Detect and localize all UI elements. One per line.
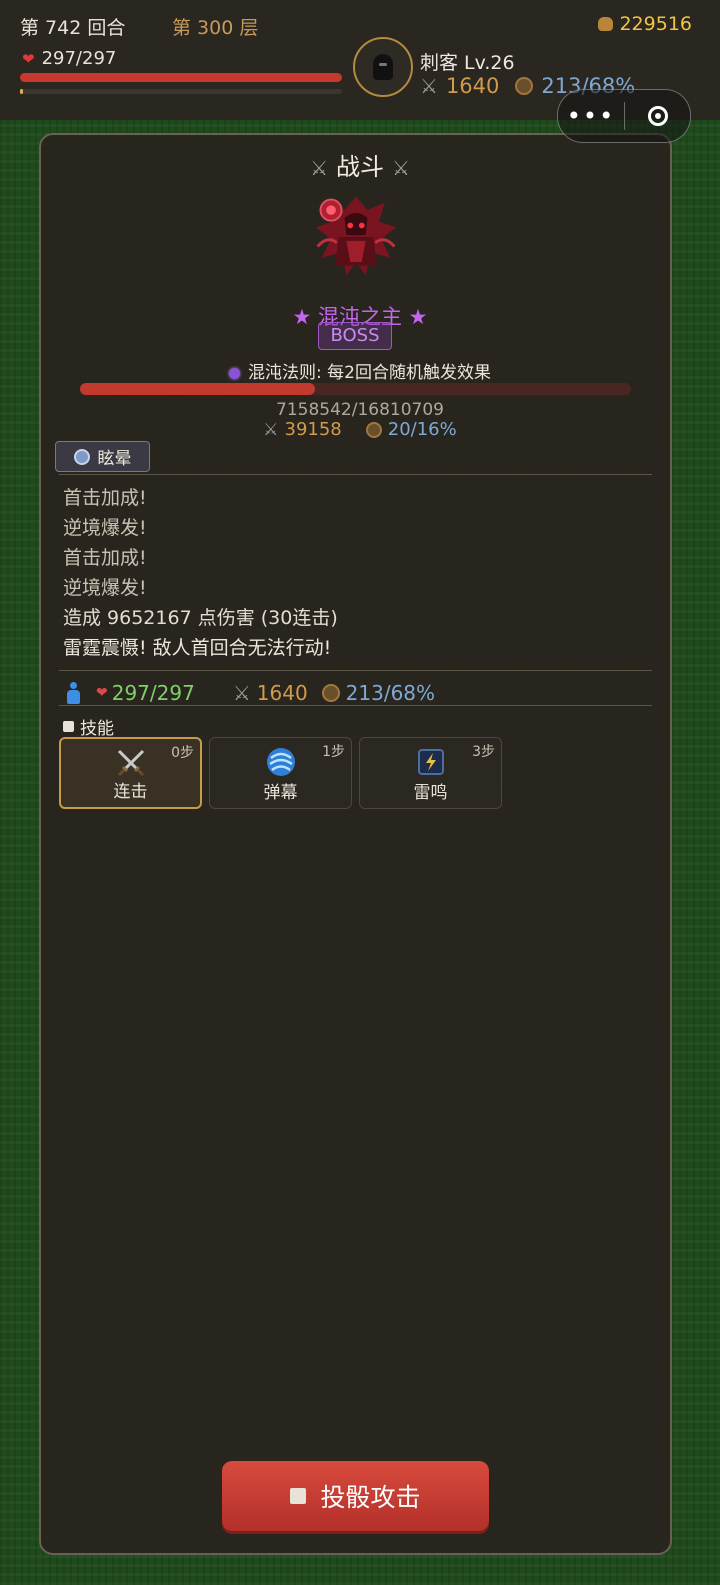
shield-icon: [321, 684, 340, 702]
log-line: 逆境爆发!: [63, 517, 147, 539]
stun-icon: [73, 448, 90, 465]
boss-stats: ⚔ 39158 20/16%: [0, 419, 720, 440]
player-battle-hp: 297/297: [111, 681, 195, 705]
floor-counter: 第 300 层: [172, 17, 259, 39]
log-line: 首击加成!: [63, 487, 147, 509]
target-circle-icon: [647, 106, 668, 126]
skill-thunder[interactable]: 3步 雷鸣: [359, 737, 502, 809]
skills-title: 技能: [80, 719, 114, 739]
hp-icon: ❤: [96, 685, 108, 701]
sword-icon: ⚔: [263, 419, 279, 440]
boss-hp-bar: [80, 383, 631, 395]
shield-icon: [515, 77, 534, 95]
skill-label: 弹幕: [263, 783, 298, 803]
battle-title-text: 战斗: [336, 153, 384, 181]
turn-counter: 第 742 回合: [20, 17, 126, 39]
roll-dice-attack-button[interactable]: 投骰攻击: [222, 1461, 489, 1531]
more-options-icon[interactable]: •••: [558, 102, 624, 130]
sword-icon: ⚔: [420, 74, 438, 98]
boss-defense: 20/16%: [387, 419, 457, 440]
player-avatar[interactable]: [353, 37, 413, 97]
shield-icon: [365, 421, 382, 438]
boss-portrait: [315, 196, 397, 276]
skills-header: 技能: [63, 714, 114, 739]
purple-orb-icon: [229, 367, 241, 379]
log-line: 首击加成!: [63, 547, 147, 569]
boss-attack: 39158: [284, 419, 342, 440]
experience-bar: [20, 89, 342, 94]
player-class-level: 刺客 Lv.26: [420, 52, 515, 74]
divider: [59, 670, 652, 671]
crossed-swords-icon: ⚔: [310, 156, 328, 180]
boss-tag: BOSS: [318, 322, 392, 350]
vortex-icon: [266, 748, 295, 776]
skill-label: 雷鸣: [413, 783, 448, 803]
divider: [59, 705, 652, 706]
battle-title: ⚔ 战斗 ⚔: [0, 147, 720, 182]
skill-steps: 1步: [322, 744, 345, 760]
log-line: 雷霆震慑! 敌人首回合无法行动!: [63, 637, 332, 659]
experience-bar-fill: [20, 89, 24, 94]
player-battle-stats: ❤ 297/297 ⚔ 1640 213/68%: [66, 681, 435, 705]
player-battle-defense: 213/68%: [345, 681, 436, 705]
thunder-icon: [417, 749, 444, 775]
skill-barrage[interactable]: 1步 弹幕: [209, 737, 352, 809]
gold-bag-icon: [598, 17, 614, 31]
gold-display: 229516: [598, 13, 692, 35]
assassin-hood-icon: [373, 54, 393, 80]
player-attack: 1640: [445, 74, 500, 98]
skill-combo[interactable]: 0步 连击: [59, 737, 202, 809]
skill-label: 连击: [113, 782, 148, 802]
crossed-swords-icon: [117, 749, 144, 777]
boss-hp-bar-fill: [80, 383, 315, 395]
mini-program-capsule: •••: [557, 89, 691, 143]
skill-steps: 3步: [472, 744, 495, 760]
divider: [59, 474, 652, 475]
sword-icon: ⚔: [232, 681, 251, 705]
player-battle-attack: 1640: [256, 681, 308, 705]
crossed-swords-icon: ⚔: [392, 156, 410, 180]
gold-amount: 229516: [619, 13, 692, 35]
player-hp-value: 297/297: [41, 48, 117, 69]
player-hp-bar: [20, 73, 342, 82]
battle-log: 首击加成! 逆境爆发! 首击加成! 逆境爆发! 造成 9652167 点伤害 (…: [63, 483, 338, 663]
boss-hp-value: 7158542/16810709: [276, 400, 444, 420]
dice-icon: [63, 721, 74, 732]
boss-trait-text: 混沌法则: 每2回合随机触发效果: [248, 363, 491, 383]
skill-steps: 0步: [171, 745, 194, 761]
attack-button-label: 投骰攻击: [320, 1483, 421, 1512]
boss-trait: 混沌法则: 每2回合随机触发效果: [0, 358, 720, 383]
dice-icon: [290, 1488, 307, 1504]
heart-icon: ❤: [22, 49, 35, 68]
close-program-button[interactable]: [625, 106, 690, 126]
status-effect-label: 眩晕: [97, 449, 132, 469]
player-figure-icon: [66, 682, 80, 704]
status-effect-stun[interactable]: 眩晕: [55, 441, 150, 472]
log-line: 逆境爆发!: [63, 577, 147, 599]
player-hp: ❤ 297/297: [22, 48, 116, 69]
log-line: 造成 9652167 点伤害 (30连击): [63, 607, 338, 629]
